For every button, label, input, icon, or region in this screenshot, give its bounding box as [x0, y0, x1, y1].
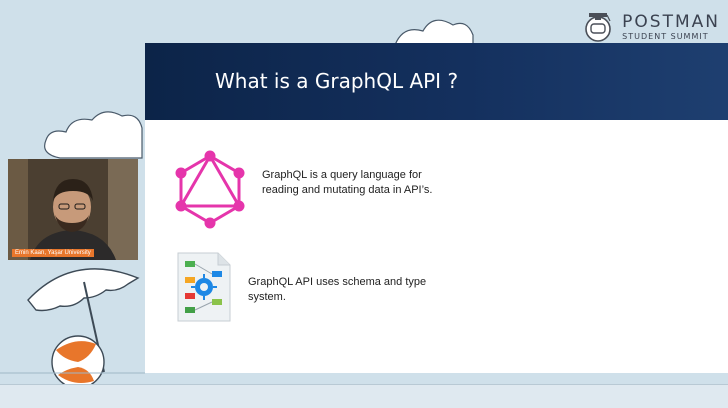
bottom-bar [0, 384, 728, 408]
slide-header: What is a GraphQL API ? [145, 43, 728, 120]
slide-title: What is a GraphQL API ? [215, 69, 459, 93]
cloud-icon [44, 111, 143, 159]
brand-subtitle: STUDENT SUMMIT [622, 31, 709, 41]
schema-diagram-icon [177, 252, 231, 322]
postman-student-summit-brand: POSTMAN STUDENT SUMMIT [580, 10, 720, 44]
slide-point-graphql-definition: GraphQL is a query language for reading … [262, 169, 433, 196]
postman-astronaut-logo-icon [585, 13, 611, 42]
graphql-logo-icon [175, 150, 245, 229]
slide: What is a GraphQL API ? GraphQL is a que… [145, 43, 728, 373]
presentation-stage: POSTMAN STUDENT SUMMIT What is a GraphQL… [0, 0, 728, 408]
presenter-video [8, 159, 138, 260]
umbrella-icon [27, 268, 140, 312]
presenter-name-tag: Emin Kaan, Yaşar University [12, 249, 94, 257]
brand-name: POSTMAN [622, 11, 720, 32]
cloud-icon [394, 19, 474, 46]
slide-point-schema-type-system: GraphQL API uses schema and type system. [248, 276, 427, 303]
presenter-webcam-feed: Emin Kaan, Yaşar University [8, 159, 138, 260]
